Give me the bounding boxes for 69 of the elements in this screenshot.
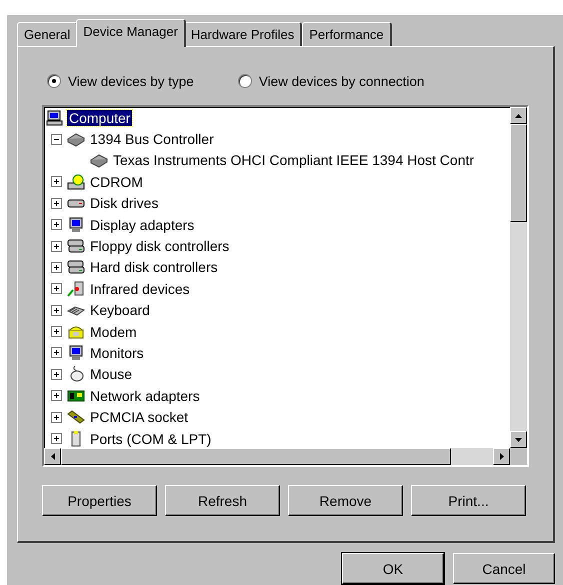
expand-icon[interactable] (51, 283, 62, 294)
expand-icon[interactable] (51, 219, 62, 230)
collapse-icon[interactable] (51, 134, 62, 145)
scroll-up-button[interactable] (510, 107, 527, 124)
up-arrow-icon (515, 114, 522, 118)
radio-button[interactable] (238, 74, 252, 88)
left-arrow-icon (50, 453, 54, 460)
circuit-board-icon (67, 388, 85, 404)
tree-item[interactable]: Modem (88, 324, 139, 340)
radio-label[interactable]: View devices by type (68, 74, 194, 88)
dialog-button[interactable]: Cancel (453, 553, 555, 584)
tree-item[interactable]: Computer (67, 110, 132, 126)
telephone-icon (67, 324, 85, 340)
scroll-down-button[interactable] (510, 431, 527, 448)
tree-item[interactable]: Network adapters (88, 388, 202, 404)
expand-icon[interactable] (51, 433, 62, 444)
scroll-thumb[interactable] (61, 448, 451, 465)
expand-icon[interactable] (51, 368, 62, 380)
expand-icon[interactable] (51, 390, 62, 402)
tree-item[interactable]: Texas Instruments OHCI Compliant IEEE 1394 Host Contr (111, 152, 476, 168)
tree-item[interactable]: 1394 Bus Controller (88, 131, 216, 148)
down-arrow-icon (515, 438, 522, 442)
expand-icon[interactable] (51, 176, 62, 188)
tree-item[interactable]: PCMCIA socket (88, 409, 190, 426)
scroll-left-button[interactable] (44, 448, 61, 465)
drive-icon (67, 238, 85, 254)
device-icon (67, 131, 85, 148)
tree-item[interactable]: CDROM (88, 174, 145, 190)
tree-item[interactable]: Floppy disk controllers (88, 238, 232, 254)
horizontal-scrollbar[interactable] (44, 448, 510, 465)
tree-item[interactable]: Disk drives (88, 195, 160, 212)
tab[interactable]: Performance (302, 22, 392, 46)
tree-item[interactable]: Display adapters (88, 216, 196, 233)
expand-icon[interactable] (51, 304, 62, 316)
dialog-button[interactable]: OK (342, 553, 444, 584)
scroll-right-button[interactable] (493, 448, 510, 465)
action-button[interactable]: Refresh (165, 485, 280, 516)
expand-icon[interactable] (51, 347, 62, 358)
action-button[interactable]: Properties (42, 485, 157, 516)
action-button[interactable]: Remove (288, 485, 403, 516)
tab[interactable]: General (17, 22, 78, 46)
device-icon (90, 152, 108, 168)
tab[interactable]: Hardware Profiles (184, 22, 302, 46)
tree-item[interactable]: Mouse (88, 366, 134, 382)
monitor-icon (67, 344, 85, 361)
right-arrow-icon (500, 453, 504, 460)
tab[interactable]: Device Manager (76, 19, 186, 47)
scrollbar-corner (510, 448, 527, 465)
tree-item[interactable]: Monitors (88, 344, 146, 361)
tree-item[interactable]: Hard disk controllers (88, 259, 220, 276)
computer-icon (46, 110, 64, 126)
vertical-scrollbar[interactable] (510, 107, 527, 448)
drive-icon (67, 259, 85, 276)
tree-item[interactable]: Keyboard (88, 302, 152, 318)
tree-item[interactable]: Infrared devices (88, 280, 192, 297)
disc-drive-icon (67, 174, 85, 190)
expand-icon[interactable] (51, 240, 62, 252)
radio-button[interactable] (47, 74, 61, 88)
infrared-icon (67, 280, 85, 297)
tree-item[interactable]: Ports (COM & LPT) (88, 430, 214, 447)
expand-icon[interactable] (51, 262, 62, 273)
card-icon (67, 409, 85, 426)
action-button[interactable]: Print... (411, 485, 526, 516)
expand-icon[interactable] (51, 412, 62, 423)
radio-label[interactable]: View devices by connection (258, 74, 424, 88)
expand-icon[interactable] (51, 326, 62, 338)
scroll-thumb[interactable] (510, 124, 527, 222)
monitor-icon (67, 216, 85, 233)
expand-icon[interactable] (51, 198, 62, 209)
